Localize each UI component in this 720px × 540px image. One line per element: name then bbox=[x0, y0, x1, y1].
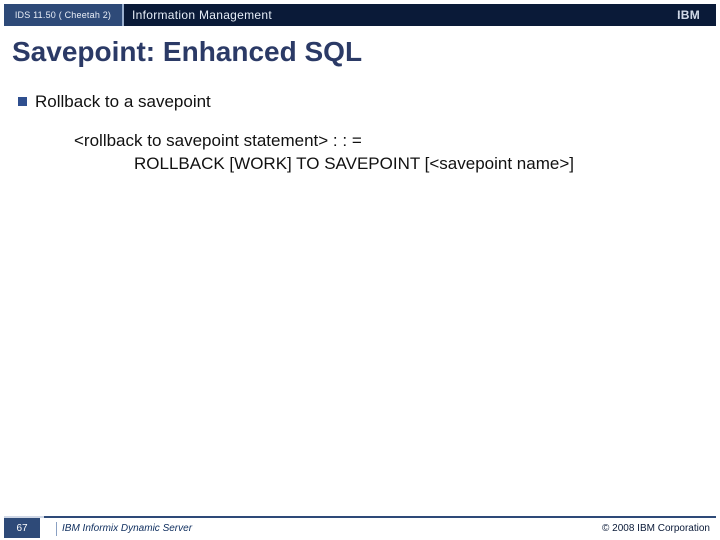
header-bar: IDS 11.50 ( Cheetah 2) Information Manag… bbox=[0, 4, 720, 26]
header-left-chip: IDS 11.50 ( Cheetah 2) bbox=[4, 4, 122, 26]
footer-divider bbox=[56, 522, 57, 536]
content-area: Rollback to a savepoint <rollback to sav… bbox=[18, 92, 700, 176]
footer-rule bbox=[4, 516, 716, 518]
ibm-logo: IBM bbox=[677, 8, 700, 22]
page-number-box: 67 bbox=[4, 518, 40, 538]
slide-title: Savepoint: Enhanced SQL bbox=[12, 36, 362, 68]
footer-bar: 67 IBM Informix Dynamic Server © 2008 IB… bbox=[0, 516, 720, 540]
footer-product: IBM Informix Dynamic Server bbox=[62, 523, 192, 534]
header-right-band: Information Management IBM bbox=[124, 4, 716, 26]
syntax-block: <rollback to savepoint statement> : : = … bbox=[74, 130, 700, 176]
square-bullet-icon bbox=[18, 97, 27, 106]
slide-root: IDS 11.50 ( Cheetah 2) Information Manag… bbox=[0, 0, 720, 540]
footer-copyright: © 2008 IBM Corporation bbox=[602, 523, 710, 534]
page-number: 67 bbox=[16, 523, 27, 534]
syntax-line-2: ROLLBACK [WORK] TO SAVEPOINT [<savepoint… bbox=[74, 153, 700, 176]
header-left-text: IDS 11.50 ( Cheetah 2) bbox=[15, 10, 111, 20]
header-right-text: Information Management bbox=[132, 8, 272, 22]
ibm-logo-text: IBM bbox=[677, 8, 700, 22]
bullet-1-text: Rollback to a savepoint bbox=[35, 92, 211, 112]
bullet-row-1: Rollback to a savepoint bbox=[18, 92, 700, 112]
syntax-line-1: <rollback to savepoint statement> : : = bbox=[74, 130, 700, 153]
